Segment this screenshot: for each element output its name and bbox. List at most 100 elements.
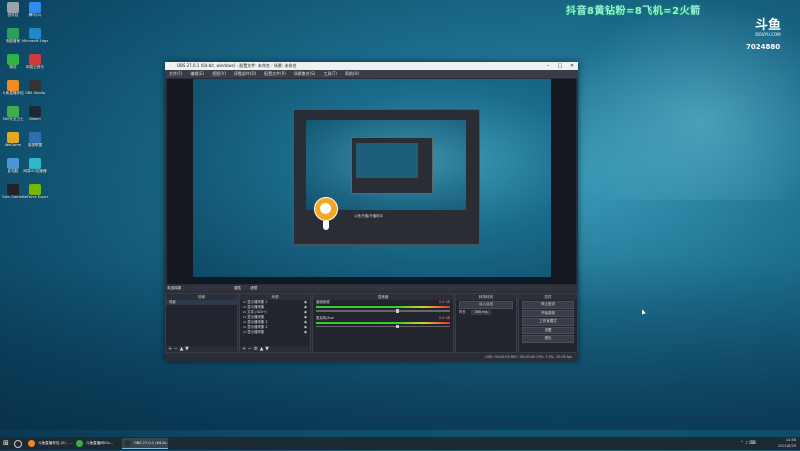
desktop-icon[interactable]: 网易云音乐 [22, 54, 48, 79]
mixer-track: 桌面音频 0.0 dB [313, 300, 453, 313]
desktop-icon[interactable]: Microsoft Edge [22, 28, 48, 53]
mixer-track: 麦克风/Aux 0.0 dB [313, 316, 453, 328]
app-icon [29, 28, 41, 39]
source-label: 显示器采集 [247, 330, 265, 334]
nested-capture-2 [356, 143, 418, 178]
mixer-track-db: 0.0 dB [439, 300, 450, 304]
menu-item[interactable]: 文件(F) [169, 71, 182, 76]
taskbar-app-button[interactable]: 斗鱼直播间Giv... [74, 438, 120, 449]
app-icon [7, 54, 19, 65]
desktop-icon[interactable]: GeForce Experience [22, 184, 48, 209]
obs-preview[interactable]: 斗鱼开播/开播助手 [167, 79, 576, 284]
obs-window[interactable]: OBS 27.0.1 (64-bit, windows) - 配置文件: 未命名… [165, 62, 578, 361]
controls-header: 控件 [519, 294, 577, 300]
stream-promo-text: 抖音8黄钻粉=8飞机=2火箭 [566, 6, 701, 17]
desktop-icon[interactable]: 腾讯QQ [22, 2, 48, 27]
app-icon [29, 2, 41, 13]
desktop-icon-label: GeForce Experience [22, 195, 48, 199]
menu-item[interactable]: 停靠部件(D) [234, 71, 256, 76]
scene-item[interactable]: 场景 [166, 300, 237, 305]
menu-item[interactable]: 视图(V) [212, 71, 226, 76]
windows-start-icon[interactable]: ⊞ [3, 440, 10, 447]
desktop-icon[interactable]: 英雄联盟 [22, 132, 48, 157]
no-source-label: 未选择源 [167, 286, 181, 290]
maximize-button[interactable]: □ [554, 62, 566, 70]
app-icon [7, 106, 19, 117]
preview-desktop-capture: 斗鱼开播/开播助手 [193, 79, 551, 284]
douyu-logo: 斗鱼 DOUYU.COM [748, 18, 788, 37]
taskbar-app-button[interactable]: 斗鱼直播伴侣 (0) - ... [26, 438, 72, 449]
menu-item[interactable]: 场景集合(S) [294, 71, 316, 76]
menu-item[interactable]: 配置文件(P) [264, 71, 286, 76]
control-button[interactable]: 工作室模式 [522, 318, 574, 326]
tray-icons[interactable]: ⌃ ♪ ⌨ [740, 441, 756, 446]
obs-menubar: 文件(F) 编辑(E) 视图(V) 停靠部件(D) 配置文件(P) 场景集合(S) 工具(T… [165, 70, 578, 78]
scenes-footer: + − ▲ ▼ [166, 346, 237, 352]
desktop-icon-label: OBS Studio [24, 91, 46, 95]
up-icon[interactable]: ▲ [260, 346, 264, 352]
transition-select[interactable]: 淡入淡出 [459, 301, 513, 309]
mascot-fish [314, 197, 338, 230]
app-icon [7, 80, 19, 91]
desktop-icon-label: Steam [29, 117, 41, 121]
down-icon[interactable]: ▼ [265, 346, 269, 352]
source-item[interactable]: ▭ 显示器采集 ◉ [240, 330, 310, 335]
desktop-icon-label: 网易云音乐 [26, 65, 44, 69]
minimize-button[interactable]: – [542, 62, 554, 70]
remove-icon[interactable]: − [174, 346, 178, 352]
app-icon [76, 440, 83, 447]
source-label: 显示器采集 2 [247, 320, 268, 324]
add-icon[interactable]: + [242, 346, 246, 352]
control-button[interactable]: 停止推流 [522, 301, 574, 309]
volume-slider[interactable] [316, 309, 450, 313]
sources-footer: + − ⚙ ▲ ▼ [240, 346, 310, 352]
duration-input[interactable]: 300 ms [470, 309, 492, 315]
slider-handle[interactable] [396, 324, 400, 328]
source-label: 显示器采集 2 [247, 300, 268, 304]
app-icon [28, 440, 35, 447]
volume-meter [316, 321, 450, 324]
up-icon[interactable]: ▲ [180, 346, 184, 352]
visibility-eye-icon[interactable]: ◉ [304, 330, 307, 335]
remove-icon[interactable]: − [248, 346, 252, 352]
add-icon[interactable]: + [168, 346, 172, 352]
source-label: 显示器采集 [247, 305, 265, 309]
down-icon[interactable]: ▼ [185, 346, 189, 352]
control-button[interactable]: 退出 [522, 335, 574, 343]
app-icon [29, 132, 41, 143]
menu-item[interactable]: 工具(T) [323, 71, 337, 76]
desktop-icon-label: 网易UU加速器 [23, 169, 47, 173]
close-button[interactable]: ✕ [566, 62, 578, 70]
transitions-dock: 转场特效 淡入淡出 时长 300 ms [455, 293, 517, 353]
mixer-track-name: 桌面音频 [316, 300, 330, 304]
volume-slider[interactable] [316, 324, 450, 328]
mixer-track-db: 0.0 dB [439, 315, 450, 320]
duration-label: 时长 [459, 309, 466, 314]
app-icon [7, 132, 19, 143]
desktop-icon[interactable]: Steam [22, 106, 48, 131]
source-label: 显示器采集 2 [247, 325, 268, 329]
desktop-icon[interactable]: OBS Studio [22, 80, 48, 105]
search-icon[interactable] [14, 440, 22, 448]
filters-button[interactable]: 滤镜 [250, 286, 257, 290]
menu-item[interactable]: 帮助(H) [345, 71, 359, 76]
brand-name: 斗鱼 [754, 18, 781, 33]
control-button[interactable]: 开始录制 [522, 309, 574, 317]
taskbar: ⊞ 斗鱼直播伴侣 (0) - ... 斗鱼直播间Giv... OBS 27.0.1 … [0, 437, 800, 450]
controls-dock: 控件 停止推流 开始录制 工作室模式 设置 退出 [518, 293, 578, 353]
desktop-icon[interactable]: 网易UU加速器 [22, 158, 48, 183]
control-button[interactable]: 设置 [522, 326, 574, 334]
system-clock[interactable]: 14:58 2021/8/29 [778, 437, 796, 451]
obs-titlebar[interactable]: OBS 27.0.1 (64-bit, windows) - 配置文件: 未命名… [165, 62, 578, 70]
duration-row: 时长 300 ms [456, 309, 516, 315]
properties-button[interactable]: 属性 [234, 286, 241, 290]
taskbar-app-label: OBS 27.0.1 (64-bi... [134, 441, 168, 445]
gear-icon[interactable]: ⚙ [254, 346, 258, 352]
app-icon [7, 28, 19, 39]
app-icon [7, 2, 19, 13]
controls-list: 停止推流 开始录制 工作室模式 设置 退出 [519, 301, 577, 343]
taskbar-app-button[interactable]: OBS 27.0.1 (64-bi... [122, 438, 168, 449]
slider-handle[interactable] [396, 309, 400, 313]
mixer-track-name: 麦克风/Aux [316, 315, 334, 320]
menu-item[interactable]: 编辑(E) [190, 71, 204, 76]
